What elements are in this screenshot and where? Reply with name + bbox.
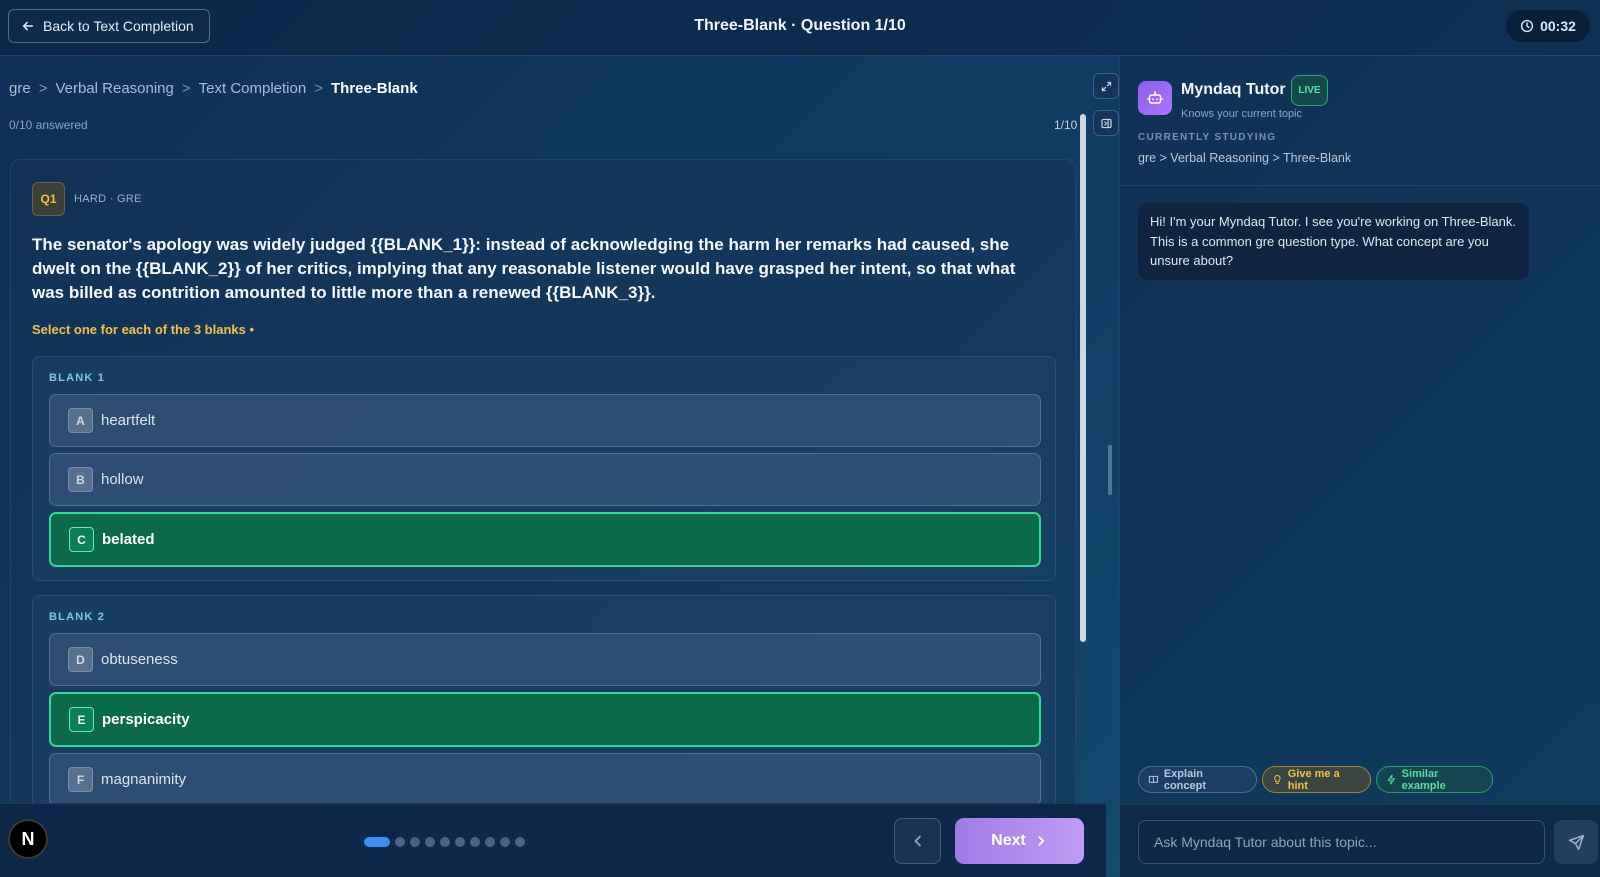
question-text: The senator's apology was widely judged …	[32, 235, 1016, 302]
option-e[interactable]: E perspicacity	[49, 692, 1041, 747]
progress-dot[interactable]	[425, 837, 435, 847]
question-panel: gre > Verbal Reasoning > Text Completion…	[0, 56, 1090, 877]
option-text: belated	[102, 531, 155, 548]
progress-dot[interactable]	[500, 837, 510, 847]
expand-icon	[1101, 81, 1111, 91]
sparkle-icon	[1387, 774, 1395, 785]
dot-indicator-icon: •	[249, 322, 255, 337]
answered-count: 0/10 answered	[9, 118, 88, 132]
blank-1-group: BLANK 1 A heartfelt B hollow C belated	[32, 356, 1056, 581]
breadcrumb-separator: >	[314, 80, 323, 97]
tutor-name: Myndaq Tutor	[1181, 81, 1286, 98]
timer: 00:32	[1506, 10, 1590, 42]
option-f[interactable]: F magnanimity	[49, 753, 1041, 806]
previous-button[interactable]	[894, 818, 941, 864]
breadcrumb-item-text-completion[interactable]: Text Completion	[199, 80, 307, 97]
chat-input[interactable]	[1138, 820, 1545, 864]
option-c[interactable]: C belated	[49, 512, 1041, 567]
option-d[interactable]: D obtuseness	[49, 633, 1041, 686]
expand-panel-button[interactable]	[1093, 73, 1119, 99]
breadcrumb: gre > Verbal Reasoning > Text Completion…	[9, 80, 418, 97]
chat-input-area	[1120, 804, 1600, 877]
toggle-sidebar-button[interactable]	[1093, 110, 1119, 136]
breadcrumb-separator: >	[38, 80, 48, 97]
breadcrumb-item-gre[interactable]: gre	[9, 80, 31, 97]
option-letter: F	[68, 767, 93, 792]
currently-studying-path: gre > Verbal Reasoning > Three-Blank	[1138, 151, 1352, 165]
progress-dot[interactable]	[485, 837, 495, 847]
option-letter: C	[69, 527, 94, 552]
live-badge: LIVE	[1291, 75, 1328, 106]
breadcrumb-item-three-blank: Three-Blank	[330, 80, 418, 97]
option-b[interactable]: B hollow	[49, 453, 1041, 506]
next-button[interactable]: Next	[955, 818, 1084, 864]
progress-dot[interactable]	[395, 837, 405, 847]
breadcrumb-separator: >	[181, 80, 191, 97]
question-count: 1/10	[1054, 118, 1078, 132]
chevron-right-icon	[1038, 836, 1044, 846]
progress-dot[interactable]	[455, 837, 465, 847]
selection-hint-text: Select one for each of the 3 blanks	[32, 322, 246, 337]
progress-dot[interactable]	[410, 837, 420, 847]
lightbulb-icon	[1274, 774, 1281, 785]
tutor-subtitle: Knows your current topic	[1181, 108, 1303, 120]
tutor-message: Hi! I'm your Myndaq Tutor. I see you're …	[1138, 203, 1529, 280]
page-title: Three-Blank · Question 1/10	[694, 17, 906, 34]
option-letter: D	[68, 647, 93, 672]
send-button[interactable]	[1554, 820, 1598, 864]
option-text: heartfelt	[101, 412, 156, 429]
explain-concept-button[interactable]: Explain concept	[1138, 766, 1257, 793]
question-card: Q1 HARD · GRE The senator's apology was …	[10, 159, 1076, 877]
question-progress-dots	[364, 837, 525, 847]
option-letter: B	[68, 467, 93, 492]
app-logo[interactable]: N	[8, 819, 48, 859]
option-text: hollow	[101, 471, 144, 488]
blank-label: BLANK 2	[49, 611, 106, 623]
clock-icon	[1520, 19, 1534, 33]
similar-example-button[interactable]: Similar example	[1376, 766, 1493, 793]
blank-label: BLANK 1	[49, 372, 106, 384]
explain-concept-label: Explain concept	[1163, 767, 1207, 792]
selection-hint: Select one for each of the 3 blanks •	[32, 322, 254, 337]
sidebar-icon	[1100, 118, 1112, 128]
option-text: perspicacity	[102, 711, 190, 728]
question-scrollbar[interactable]	[1080, 114, 1086, 642]
currently-studying-label: CURRENTLY STUDYING	[1138, 132, 1277, 143]
give-hint-label: Give me a hint	[1287, 767, 1340, 792]
option-letter: A	[68, 408, 93, 433]
give-hint-button[interactable]: Give me a hint	[1262, 766, 1371, 793]
option-letter: E	[69, 707, 94, 732]
option-text: obtuseness	[101, 651, 178, 668]
tutor-header: Myndaq Tutor LIVE Knows your current top…	[1120, 56, 1600, 186]
bot-avatar	[1138, 81, 1172, 115]
panel-resize-handle[interactable]	[1108, 445, 1112, 495]
chevron-left-icon	[914, 835, 921, 847]
progress-dot[interactable]	[470, 837, 480, 847]
progress-dot[interactable]	[364, 837, 390, 847]
breadcrumb-item-verbal-reasoning[interactable]: Verbal Reasoning	[55, 80, 173, 97]
bottom-navigation: N Next	[0, 803, 1106, 877]
progress-dot[interactable]	[440, 837, 450, 847]
send-icon	[1568, 834, 1584, 850]
robot-icon	[1147, 91, 1163, 104]
timer-value: 00:32	[1540, 18, 1576, 34]
similar-example-label: Similar example	[1401, 767, 1446, 792]
tutor-panel: Myndaq Tutor LIVE Knows your current top…	[1119, 56, 1600, 877]
progress-dot[interactable]	[515, 837, 525, 847]
book-icon	[1148, 775, 1158, 784]
option-a[interactable]: A heartfelt	[49, 394, 1041, 447]
question-difficulty: HARD · GRE	[74, 193, 142, 205]
top-bar: Back to Text Completion Three-Blank · Qu…	[0, 0, 1600, 56]
question-number-badge: Q1	[32, 182, 65, 216]
next-button-label: Next	[991, 832, 1026, 849]
option-text: magnanimity	[101, 771, 187, 788]
